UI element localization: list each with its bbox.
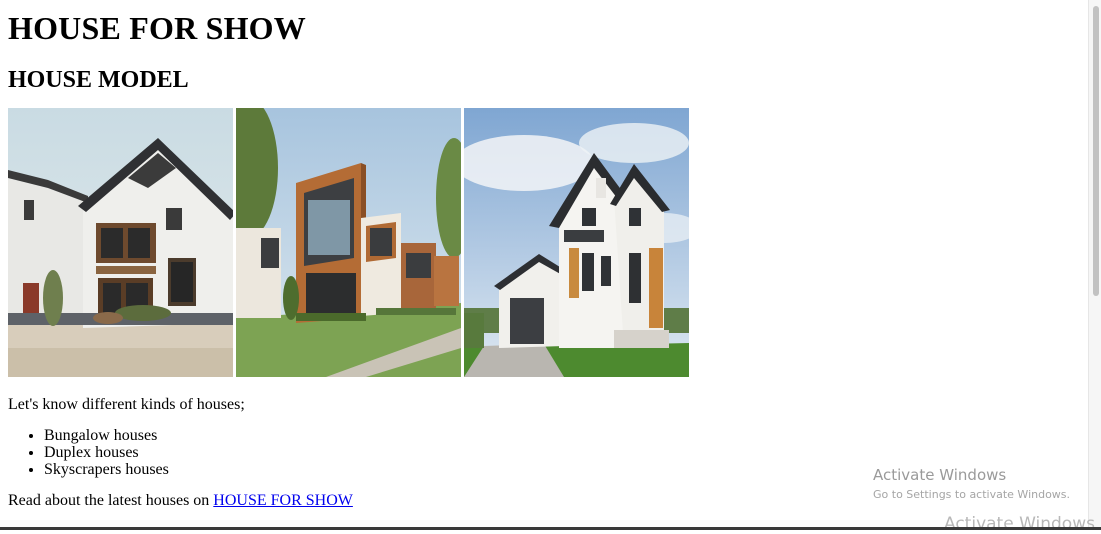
house-gallery — [8, 108, 689, 377]
modern-wooden-house-photo — [236, 108, 461, 377]
list-item: Bungalow houses — [44, 427, 169, 444]
read-more-prefix: Read about the latest houses on — [8, 492, 214, 509]
read-more-text: Read about the latest houses on HOUSE FO… — [8, 492, 353, 510]
list-item: Duplex houses — [44, 444, 169, 461]
watermark-subtitle: Go to Settings to activate Windows. — [873, 488, 1071, 501]
watermark-ghost-text: Activate Windows — [944, 514, 1095, 534]
chinese-style-house-photo — [8, 108, 233, 377]
intro-text: Let's know different kinds of houses; — [8, 396, 245, 413]
house-for-show-link[interactable]: HOUSE FOR SHOW — [213, 492, 353, 509]
house-kinds-list: Bungalow houses Duplex houses Skyscraper… — [8, 427, 169, 478]
watermark-title: Activate Windows — [873, 466, 1007, 484]
page-title: HOUSE FOR SHOW — [8, 10, 306, 46]
page-content: HOUSE FOR SHOW HOUSE MODEL — [8, 0, 1085, 94]
white-gabled-house-photo — [464, 108, 689, 377]
scrollbar-thumb[interactable] — [1093, 6, 1099, 296]
page-subtitle: HOUSE MODEL — [8, 67, 189, 93]
vertical-scrollbar[interactable] — [1088, 0, 1101, 530]
activate-windows-watermark: Activate Windows Go to Settings to activ… — [873, 466, 1070, 502]
list-item: Skyscrapers houses — [44, 461, 169, 478]
